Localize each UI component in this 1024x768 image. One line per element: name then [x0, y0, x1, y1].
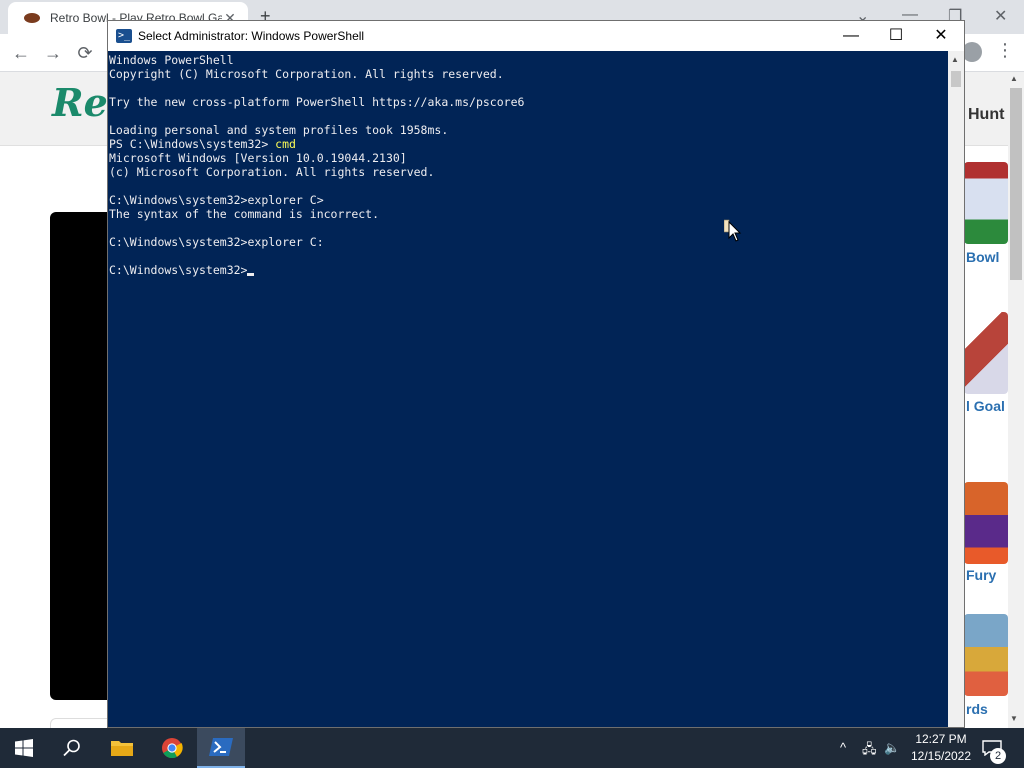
console-line: The syntax of the command is incorrect. — [109, 207, 380, 221]
football-favicon-icon — [24, 13, 40, 23]
minimize-button[interactable]: — — [828, 21, 874, 51]
tray-chevron-up-icon[interactable]: ^ — [840, 740, 846, 755]
console-scrollbar-thumb[interactable] — [951, 71, 961, 87]
folder-icon — [111, 741, 133, 756]
powershell-icon: >_ — [116, 29, 132, 43]
forward-button[interactable]: → — [40, 40, 66, 66]
scroll-up-arrow-icon[interactable]: ▲ — [951, 55, 959, 64]
notification-count-badge: 2 — [990, 748, 1006, 764]
browser-menu-button[interactable]: ⋮ — [996, 40, 1014, 61]
game-title[interactable]: l Goal — [966, 398, 1005, 414]
page-scrollbar-thumb[interactable] — [1010, 88, 1022, 280]
profile-avatar[interactable] — [962, 42, 982, 62]
console-line: Microsoft Windows [Version 10.0.19044.21… — [109, 151, 407, 165]
powershell-window[interactable]: >_ Select Administrator: Windows PowerSh… — [107, 20, 965, 728]
chrome-icon — [162, 738, 183, 759]
game-thumbnail[interactable] — [964, 614, 1008, 696]
taskbar-chrome[interactable] — [148, 728, 196, 768]
console-prompt: C:\Windows\system32> — [109, 263, 248, 277]
console-line: (c) Microsoft Corporation. All rights re… — [109, 165, 435, 179]
console-line: PS C:\Windows\system32> cmd — [109, 137, 948, 151]
clock-date: 12/15/2022 — [910, 749, 972, 763]
close-button[interactable]: ✕ — [918, 21, 964, 51]
mouse-pointer-icon — [724, 219, 742, 242]
console-scrollbar[interactable] — [948, 51, 964, 727]
game-title[interactable]: Bowl — [966, 249, 999, 265]
taskbar: ^ 🖧 🔈 12:27 PM 12/15/2022 2 — [0, 728, 1024, 768]
game-title[interactable]: rds — [966, 701, 988, 717]
game-thumbnail[interactable] — [964, 162, 1008, 244]
volume-icon[interactable]: 🔈 — [884, 740, 900, 756]
back-button[interactable]: ← — [8, 40, 34, 66]
reload-button[interactable]: ⟳ — [72, 40, 98, 66]
start-button[interactable] — [0, 728, 48, 768]
scroll-up-arrow-icon[interactable]: ▲ — [1010, 74, 1018, 83]
console-line: Windows PowerShell — [109, 53, 234, 67]
console-line: C:\Windows\system32> — [109, 263, 948, 277]
game-title[interactable]: Fury — [966, 567, 996, 583]
powershell-titlebar[interactable]: >_ Select Administrator: Windows PowerSh… — [108, 21, 964, 51]
powershell-icon — [209, 738, 233, 756]
search-icon — [63, 739, 80, 757]
game-thumbnail[interactable] — [964, 482, 1008, 564]
system-clock[interactable]: 12:27 PM 12/15/2022 — [906, 731, 976, 765]
windows-logo-icon — [15, 739, 33, 757]
taskbar-powershell[interactable] — [197, 728, 245, 768]
console-line: Loading personal and system profiles too… — [109, 123, 449, 137]
browser-close-button[interactable]: ✕ — [994, 6, 1007, 26]
search-button[interactable] — [48, 728, 96, 768]
scroll-down-arrow-icon[interactable]: ▼ — [1010, 714, 1018, 723]
site-nav-link[interactable]: Hunt — [968, 106, 1004, 124]
console-line: C:\Windows\system32>explorer C> — [109, 193, 324, 207]
console-line: C:\Windows\system32>explorer C: — [109, 235, 324, 249]
console-line: Copyright (C) Microsoft Corporation. All… — [109, 67, 504, 81]
network-icon[interactable]: 🖧 — [862, 740, 877, 762]
taskbar-file-explorer[interactable] — [98, 728, 146, 768]
console-output[interactable]: Windows PowerShell Copyright (C) Microsof… — [108, 51, 948, 727]
clock-time: 12:27 PM — [915, 732, 967, 746]
text-cursor — [247, 273, 255, 276]
maximize-button[interactable]: ☐ — [873, 21, 919, 51]
console-command: cmd — [275, 137, 296, 151]
game-thumbnail[interactable] — [964, 312, 1008, 394]
window-title: Select Administrator: Windows PowerShell — [138, 29, 365, 43]
console-line: Try the new cross-platform PowerShell ht… — [109, 95, 525, 109]
console-prompt: PS C:\Windows\system32> — [109, 137, 276, 151]
